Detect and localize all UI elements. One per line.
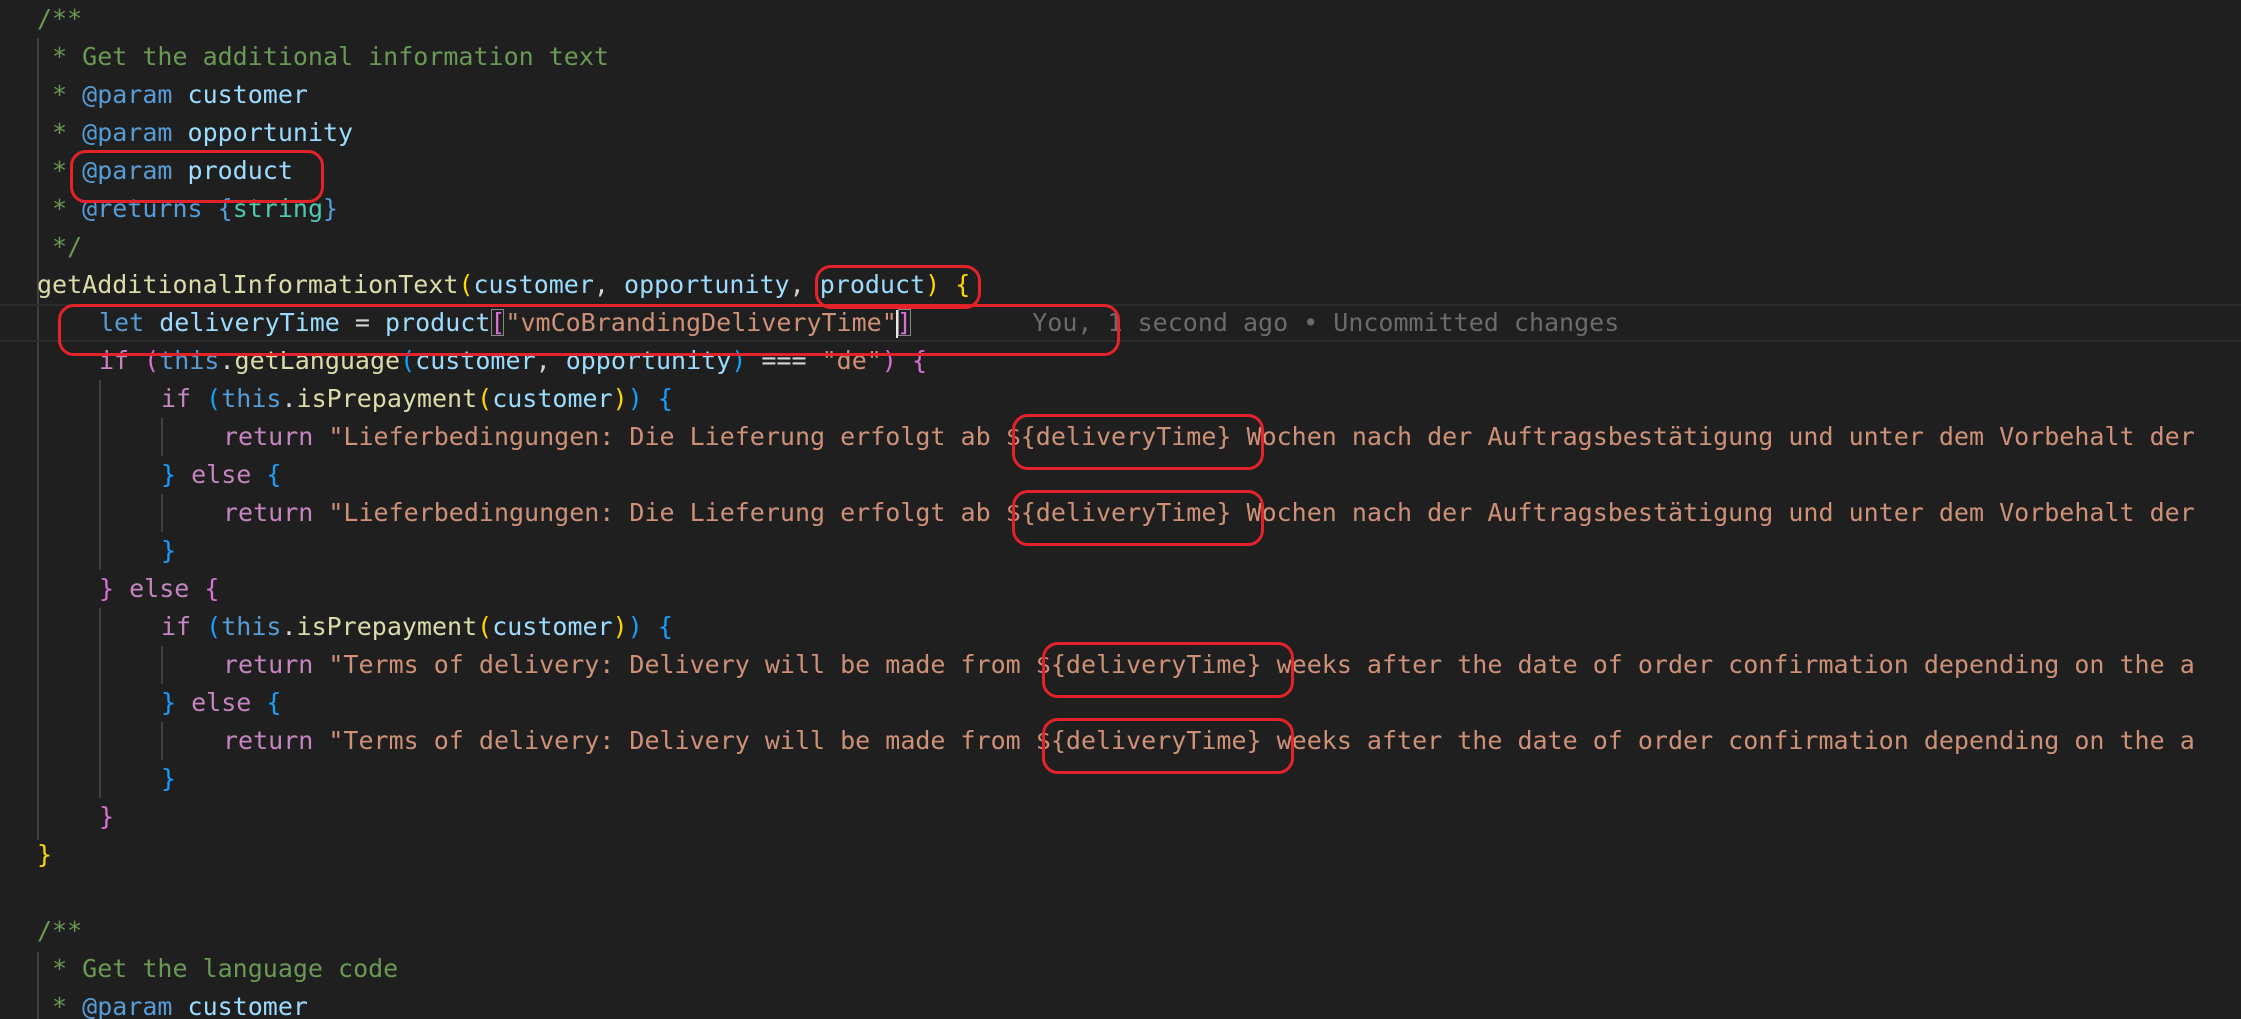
code-line[interactable]: }: [0, 836, 2241, 874]
jsdoc-param-tag: @param: [82, 80, 173, 109]
this-keyword: this: [159, 346, 220, 375]
jsdoc-param-name: customer: [187, 992, 308, 1019]
jsdoc-returns-type: string: [232, 194, 324, 223]
code-line[interactable]: /**: [0, 912, 2241, 950]
comment-description: * Get the language code: [37, 954, 399, 983]
function-param: customer: [473, 270, 594, 299]
jsdoc-param-tag: @param: [82, 156, 173, 185]
code-line[interactable]: }: [0, 760, 2241, 798]
if-keyword: if: [99, 346, 130, 375]
code-line[interactable]: * @param customer: [0, 988, 2241, 1019]
code-line[interactable]: } else {: [0, 684, 2241, 722]
code-line[interactable]: return "Terms of delivery: Delivery will…: [0, 722, 2241, 760]
jsdoc-param-tag: @param: [82, 118, 173, 147]
function-name: getAdditionalInformationText: [37, 270, 459, 299]
code-line[interactable]: return "Terms of delivery: Delivery will…: [0, 646, 2241, 684]
return-keyword: return: [223, 422, 314, 451]
code-line[interactable]: }: [0, 798, 2241, 836]
code-line[interactable]: * Get the language code: [0, 950, 2241, 988]
code-line[interactable]: } else {: [0, 570, 2241, 608]
code-line[interactable]: * @param opportunity: [0, 114, 2241, 152]
code-editor[interactable]: /** * Get the additional information tex…: [0, 0, 2241, 1019]
let-keyword: let: [99, 308, 145, 337]
comment-open: /**: [37, 916, 83, 945]
template-variable: ${deliveryTime}: [1005, 498, 1232, 527]
code-line[interactable]: * @returns {string}: [0, 190, 2241, 228]
jsdoc-returns-tag: @returns: [82, 194, 203, 223]
else-keyword: else: [191, 460, 252, 489]
comment-close: */: [37, 232, 83, 261]
code-line[interactable]: getAdditionalInformationText(customer, o…: [0, 266, 2241, 304]
template-variable: ${deliveryTime}: [1035, 726, 1262, 755]
jsdoc-param-name: product: [187, 156, 293, 185]
code-line[interactable]: * Get the additional information text: [0, 38, 2241, 76]
key-string: "vmCoBrandingDeliveryTime": [505, 308, 897, 337]
function-param: opportunity: [624, 270, 790, 299]
comment-description: * Get the additional information text: [37, 42, 609, 71]
code-line[interactable]: */: [0, 228, 2241, 266]
comment-open: /**: [37, 4, 83, 33]
current-code-line[interactable]: let deliveryTime = product["vmCoBranding…: [0, 304, 2241, 342]
code-line[interactable]: }: [0, 532, 2241, 570]
code-line[interactable]: if (this.getLanguage(customer, opportuni…: [0, 342, 2241, 380]
function-param: product: [819, 270, 926, 299]
jsdoc-param-name: customer: [187, 80, 308, 109]
language-string: "de": [821, 346, 882, 375]
jsdoc-param-name: opportunity: [187, 118, 354, 147]
template-variable: ${deliveryTime}: [1035, 650, 1262, 679]
english-text: "Terms of delivery: Delivery will be mad…: [328, 726, 1036, 755]
variable-product: product: [385, 308, 491, 337]
code-line[interactable]: return "Lieferbedingungen: Die Lieferung…: [0, 418, 2241, 456]
code-line[interactable]: return "Lieferbedingungen: Die Lieferung…: [0, 494, 2241, 532]
english-text: "Terms of delivery: Delivery will be mad…: [328, 650, 1036, 679]
code-line[interactable]: * @param customer: [0, 76, 2241, 114]
code-line[interactable]: } else {: [0, 456, 2241, 494]
code-line[interactable]: /**: [0, 0, 2241, 38]
code-line[interactable]: * @param product: [0, 152, 2241, 190]
code-line[interactable]: if (this.isPrepayment(customer)) {: [0, 608, 2241, 646]
method-get-language: getLanguage: [234, 346, 401, 375]
jsdoc-param-tag: @param: [82, 992, 173, 1019]
german-text: "Lieferbedingungen: Die Lieferung erfolg…: [328, 422, 1006, 451]
code-line[interactable]: if (this.isPrepayment(customer)) {: [0, 380, 2241, 418]
german-text: "Lieferbedingungen: Die Lieferung erfolg…: [328, 498, 1006, 527]
git-blame-annotation[interactable]: You, 1 second ago • Uncommitted changes: [1032, 308, 1619, 337]
code-line[interactable]: [0, 874, 2241, 912]
variable-delivery-time: deliveryTime: [159, 308, 340, 337]
template-variable: ${deliveryTime}: [1005, 422, 1232, 451]
method-is-prepayment: isPrepayment: [296, 384, 478, 413]
